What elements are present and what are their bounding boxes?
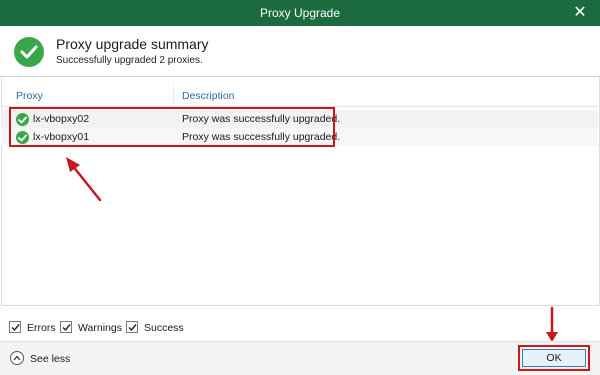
summary-title: Proxy upgrade summary (56, 36, 209, 52)
summary-header: Proxy upgrade summary Successfully upgra… (0, 26, 600, 76)
rows-highlight-annotation (9, 107, 335, 147)
ok-button[interactable]: OK (522, 349, 586, 367)
column-separator[interactable] (173, 86, 174, 108)
chevron-up-icon (10, 351, 24, 365)
warnings-label: Warnings (78, 322, 122, 334)
errors-label: Errors (27, 322, 56, 334)
arrow-to-ok-annotation (546, 306, 558, 342)
see-less-label: See less (30, 353, 71, 365)
column-header-proxy[interactable]: Proxy (16, 90, 43, 102)
warnings-checkbox[interactable] (60, 321, 72, 333)
window-title: Proxy Upgrade (259, 6, 341, 20)
column-header-description[interactable]: Description (182, 90, 235, 102)
success-check-icon (14, 37, 44, 67)
summary-subtitle: Successfully upgraded 2 proxies. (56, 55, 203, 66)
success-label: Success (144, 322, 184, 334)
title-bar: Proxy Upgrade ✕ (0, 0, 600, 26)
success-checkbox[interactable] (126, 321, 138, 333)
errors-checkbox[interactable] (9, 321, 21, 333)
close-icon[interactable]: ✕ (570, 3, 590, 23)
dialog-footer: See less (0, 342, 600, 375)
